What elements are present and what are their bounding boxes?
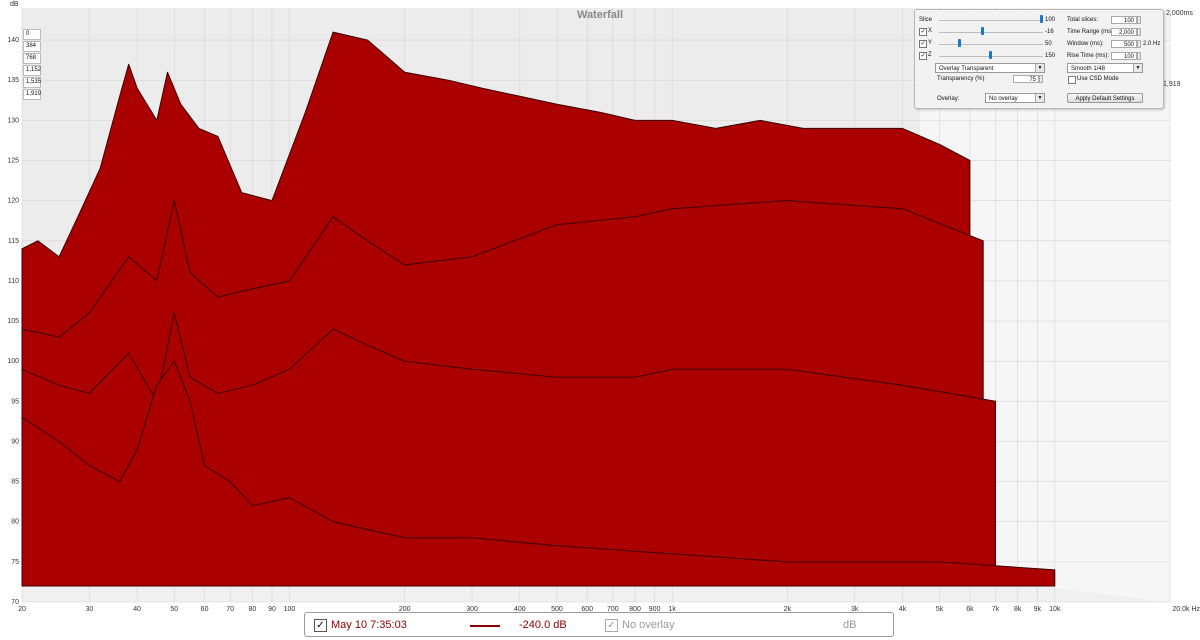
time-range-label: Time Range (ms): bbox=[1067, 29, 1115, 35]
overlay-mode-value: Overlay Transparent bbox=[939, 66, 994, 72]
y-checkbox[interactable]: ✓ bbox=[919, 40, 927, 48]
y-tick-label: 90 bbox=[11, 438, 19, 445]
x-tick-label: 20.0k Hz bbox=[1172, 606, 1200, 613]
y-slider-thumb[interactable] bbox=[958, 39, 961, 47]
overlay-mode-select[interactable]: Overlay Transparent ▼ bbox=[935, 63, 1045, 73]
time-axis-label: 0 bbox=[23, 29, 41, 40]
slice-slider-thumb[interactable] bbox=[1040, 15, 1043, 23]
y-tick-label: 75 bbox=[11, 559, 19, 566]
transparency-input[interactable]: 75 bbox=[1013, 75, 1039, 83]
y-tick-label: 80 bbox=[11, 519, 19, 526]
y-tick-label: 100 bbox=[7, 358, 19, 365]
x-tick-label: 100 bbox=[284, 606, 296, 613]
x-tick-label: 9k bbox=[1034, 606, 1042, 613]
measurement-name[interactable]: May 10 7:35:03 bbox=[331, 619, 407, 632]
trace-color-swatch bbox=[470, 625, 500, 627]
x-label: X bbox=[928, 28, 933, 34]
window-spinner[interactable] bbox=[1137, 40, 1141, 48]
y-slider-track[interactable] bbox=[939, 44, 1043, 45]
chart-title: Waterfall bbox=[577, 9, 623, 21]
x-tick-label: 40 bbox=[133, 606, 141, 613]
trace-level: -240.0 dB bbox=[519, 619, 567, 631]
use-csd-checkbox[interactable] bbox=[1068, 76, 1076, 84]
overlay-select[interactable]: No overlay ▼ bbox=[985, 93, 1045, 103]
window-label: Window (ms): bbox=[1067, 41, 1104, 47]
smoothing-value: Smooth 1/48 bbox=[1071, 66, 1106, 72]
overlay-select-value: No overlay bbox=[989, 96, 1018, 102]
x-tick-label: 7k bbox=[992, 606, 1000, 613]
y-tick-label: 120 bbox=[7, 198, 19, 205]
time-range-input[interactable]: 2,000 bbox=[1111, 28, 1137, 36]
y-tick-label: 110 bbox=[8, 278, 19, 285]
y-tick-label: 70 bbox=[11, 599, 19, 606]
x-tick-label: 30 bbox=[85, 606, 93, 613]
x-tick-label: 70 bbox=[226, 606, 234, 613]
z-slider-thumb[interactable] bbox=[989, 51, 992, 59]
transparency-label: Transparency (%) bbox=[937, 76, 985, 82]
rise-time-label: Rise Time (ms): bbox=[1067, 53, 1109, 59]
time-range-spinner[interactable] bbox=[1137, 28, 1141, 36]
x-slider-track[interactable] bbox=[939, 32, 1043, 33]
x-tick-label: 50 bbox=[170, 606, 178, 613]
y-tick-label: 95 bbox=[11, 398, 19, 405]
x-checkbox[interactable]: ✓ bbox=[919, 28, 927, 36]
unit-label: dB bbox=[843, 619, 857, 631]
waterfall-controls-panel: Slice 100 ✓ X -16 ✓ Y 50 ✓ Z 150 Total s… bbox=[914, 9, 1164, 109]
x-tick-label: 8k bbox=[1014, 606, 1022, 613]
y-tick-label: 140 bbox=[7, 37, 19, 44]
y-tick-label: 125 bbox=[7, 158, 19, 165]
total-slices-label: Total slices: bbox=[1067, 17, 1099, 23]
x-slider-thumb[interactable] bbox=[981, 27, 984, 35]
overlay-checkbox[interactable]: ✓ bbox=[605, 619, 618, 632]
y-tick-label: 115 bbox=[8, 238, 19, 245]
window-input[interactable]: 500 bbox=[1111, 40, 1137, 48]
slice-slider-track[interactable] bbox=[939, 20, 1043, 21]
x-tick-label: 4k bbox=[899, 606, 907, 613]
measurement-checkbox[interactable]: ✓ bbox=[314, 619, 327, 632]
x-tick-label: 20 bbox=[18, 606, 26, 613]
x-tick-label: 10k bbox=[1049, 606, 1061, 613]
z-checkbox[interactable]: ✓ bbox=[919, 52, 927, 60]
y-axis-label: dB bbox=[10, 1, 19, 8]
slice-label: Slice bbox=[919, 17, 933, 23]
x-tick-label: 80 bbox=[248, 606, 256, 613]
total-slices-spinner[interactable] bbox=[1137, 16, 1141, 24]
time-axis-top-label: 2,000ms bbox=[1166, 10, 1193, 17]
x-tick-label: 6k bbox=[966, 606, 974, 613]
apply-default-settings-button[interactable]: Apply Default Settings bbox=[1067, 93, 1143, 103]
use-csd-label: Use CSD Mode bbox=[1077, 76, 1119, 82]
x-tick-label: 90 bbox=[268, 606, 276, 613]
transparency-spinner[interactable] bbox=[1039, 75, 1043, 83]
x-tick-label: 60 bbox=[201, 606, 209, 613]
time-axis-legend: 0 384 768 1,152 1,535 1,919 bbox=[23, 29, 41, 101]
window-frequency: 2.0 Hz bbox=[1143, 41, 1161, 47]
total-slices-input[interactable]: 100 bbox=[1111, 16, 1137, 24]
rise-time-spinner[interactable] bbox=[1137, 52, 1141, 60]
time-axis-label: 768 bbox=[23, 53, 41, 64]
x-tick-label: 5k bbox=[936, 606, 944, 613]
chevron-down-icon: ▼ bbox=[1133, 64, 1142, 72]
z-label: Z bbox=[928, 52, 932, 58]
time-axis-label: 1,919 bbox=[23, 89, 41, 100]
chevron-down-icon: ▼ bbox=[1035, 64, 1044, 72]
time-axis-end-label: 1,919 bbox=[1163, 81, 1181, 88]
z-value: 150 bbox=[1045, 53, 1056, 59]
chevron-down-icon: ▼ bbox=[1035, 94, 1044, 102]
y-tick-label: 85 bbox=[11, 479, 19, 486]
time-axis-label: 384 bbox=[23, 41, 41, 52]
overlay-label: Overlay: bbox=[937, 96, 960, 102]
status-bar: ✓ May 10 7:35:03 -240.0 dB ✓ No overlay … bbox=[304, 612, 894, 637]
y-tick-label: 105 bbox=[7, 318, 19, 325]
smoothing-select[interactable]: Smooth 1/48 ▼ bbox=[1067, 63, 1143, 73]
y-value: 50 bbox=[1045, 41, 1052, 47]
slice-value: 100 bbox=[1045, 17, 1056, 23]
overlay-name: No overlay bbox=[622, 619, 675, 631]
time-axis-label: 1,535 bbox=[23, 77, 41, 88]
y-tick-label: 130 bbox=[7, 117, 19, 124]
y-tick-label: 135 bbox=[7, 77, 19, 84]
rise-time-input[interactable]: 100 bbox=[1111, 52, 1137, 60]
time-axis-label: 1,152 bbox=[23, 65, 41, 76]
x-value: -16 bbox=[1045, 29, 1054, 35]
y-label: Y bbox=[928, 40, 933, 46]
